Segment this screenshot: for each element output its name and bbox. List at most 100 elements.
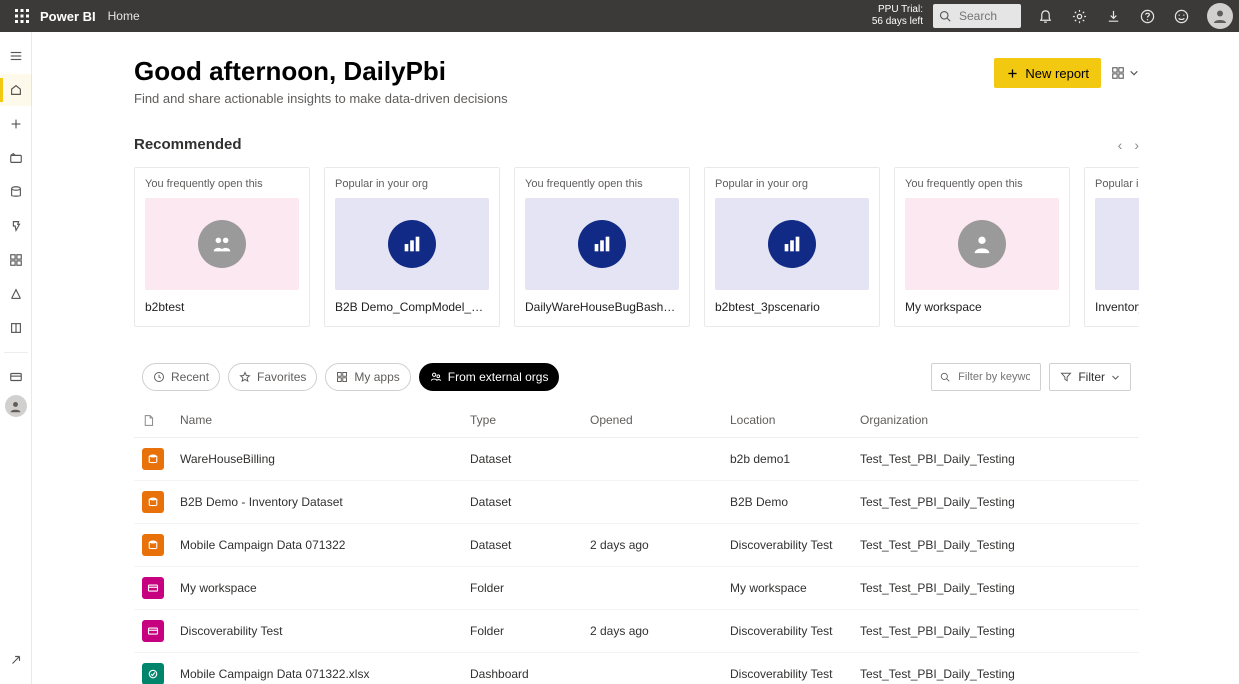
- row-location: Discoverability Test: [722, 524, 852, 567]
- content-list-section: Recent Favorites My apps From external o…: [134, 363, 1139, 684]
- row-org: Test_Test_PBI_Daily_Testing: [852, 653, 1139, 684]
- card-reason: You frequently open this: [525, 178, 679, 190]
- nav-datahub-icon[interactable]: [0, 176, 32, 208]
- row-type: Dashboard: [462, 653, 582, 684]
- trial-line2: 56 days left: [872, 16, 923, 28]
- recommended-card[interactable]: You frequently open this DailyWareHouseBu…: [514, 167, 690, 327]
- search-input[interactable]: [957, 8, 1011, 24]
- carousel-next-icon[interactable]: ›: [1134, 137, 1139, 153]
- nav-pipelines-icon[interactable]: [0, 278, 32, 310]
- carousel-prev-icon[interactable]: ‹: [1118, 137, 1123, 153]
- table-row[interactable]: Mobile Campaign Data 071322Dataset2 days…: [134, 524, 1139, 567]
- row-name: Mobile Campaign Data 071322.xlsx: [172, 653, 462, 684]
- row-org: Test_Test_PBI_Daily_Testing: [852, 524, 1139, 567]
- tab-recent[interactable]: Recent: [142, 363, 220, 391]
- nav-my-workspace-icon[interactable]: [5, 395, 27, 417]
- recommended-card[interactable]: Popular in your orgInventoryDataset (2): [1084, 167, 1139, 327]
- table-row[interactable]: Mobile Campaign Data 071322.xlsxDashboar…: [134, 653, 1139, 684]
- file-icon: [142, 414, 155, 427]
- notifications-icon[interactable]: [1031, 2, 1059, 30]
- grid-view-icon: [1111, 66, 1125, 80]
- row-type: Folder: [462, 567, 582, 610]
- nav-workspaces-icon[interactable]: [0, 361, 32, 393]
- external-org-icon: [430, 371, 442, 383]
- card-reason: You frequently open this: [145, 178, 299, 190]
- card-type-icon: [768, 220, 816, 268]
- trial-status[interactable]: PPU Trial: 56 days left: [872, 4, 923, 28]
- nav-metrics-icon[interactable]: [0, 210, 32, 242]
- nav-apps-icon[interactable]: [0, 244, 32, 276]
- card-reason: Popular in your org: [335, 178, 489, 190]
- help-icon[interactable]: [1133, 2, 1161, 30]
- nav-learn-icon[interactable]: [0, 312, 32, 344]
- row-name: Mobile Campaign Data 071322: [172, 524, 462, 567]
- global-header: Power BI Home PPU Trial: 56 days left: [0, 0, 1239, 32]
- row-name: WareHouseBilling: [172, 438, 462, 481]
- col-location[interactable]: Location: [722, 403, 852, 438]
- col-opened[interactable]: Opened: [582, 403, 722, 438]
- row-location: b2b demo1: [722, 438, 852, 481]
- recommended-card[interactable]: You frequently open thisMy workspace: [894, 167, 1070, 327]
- card-title: DailyWareHouseBugBash1Pbx: [525, 300, 679, 314]
- recommended-card[interactable]: Popular in your orgB2B Demo_CompModel_3P…: [324, 167, 500, 327]
- search-icon: [940, 371, 950, 383]
- card-title: b2btest_3pscenario: [715, 300, 869, 314]
- col-organization[interactable]: Organization: [852, 403, 1139, 438]
- card-title: b2btest: [145, 300, 299, 314]
- table-row[interactable]: Discoverability TestFolder2 days agoDisc…: [134, 610, 1139, 653]
- nav-collapse-icon[interactable]: [0, 40, 32, 72]
- card-reason: Popular in your org: [715, 178, 869, 190]
- view-switcher[interactable]: [1111, 66, 1139, 80]
- left-nav-rail: [0, 32, 32, 684]
- nav-home-icon[interactable]: [0, 74, 32, 106]
- keyword-filter[interactable]: [931, 363, 1041, 391]
- row-type-icon: [142, 577, 164, 599]
- download-icon[interactable]: [1099, 2, 1127, 30]
- recommended-card[interactable]: Popular in your org b2btest_3pscenario: [704, 167, 880, 327]
- tab-external-orgs[interactable]: From external orgs: [419, 363, 560, 391]
- tab-my-apps[interactable]: My apps: [325, 363, 410, 391]
- row-type: Folder: [462, 610, 582, 653]
- profile-avatar[interactable]: [1207, 3, 1233, 29]
- row-name: Discoverability Test: [172, 610, 462, 653]
- row-type: Dataset: [462, 438, 582, 481]
- row-opened: [582, 481, 722, 524]
- nav-home-link[interactable]: Home: [108, 9, 140, 23]
- filter-icon: [1060, 371, 1072, 383]
- table-row[interactable]: B2B Demo - Inventory DatasetDatasetB2B D…: [134, 481, 1139, 524]
- card-type-icon: [578, 220, 626, 268]
- row-type-icon: [142, 663, 164, 684]
- table-row[interactable]: WareHouseBillingDataset b2b demo1Test_Tes…: [134, 438, 1139, 481]
- tab-favorites-label: Favorites: [257, 370, 306, 384]
- recommended-header: Recommended ‹ ›: [134, 136, 1139, 153]
- filter-button[interactable]: Filter: [1049, 363, 1131, 391]
- page-title: Good afternoon, DailyPbi: [134, 56, 994, 87]
- new-report-button[interactable]: New report: [994, 58, 1101, 88]
- col-name[interactable]: Name: [172, 403, 462, 438]
- recommended-card[interactable]: You frequently open this b2btest: [134, 167, 310, 327]
- row-opened: [582, 567, 722, 610]
- keyword-filter-input[interactable]: [956, 370, 1032, 384]
- row-org: Test_Test_PBI_Daily_Testing: [852, 610, 1139, 653]
- plus-icon: [1006, 67, 1019, 80]
- row-org: Test_Test_PBI_Daily_Testing: [852, 438, 1139, 481]
- row-type-icon: [142, 491, 164, 513]
- settings-icon[interactable]: [1065, 2, 1093, 30]
- col-type[interactable]: Type: [462, 403, 582, 438]
- table-row[interactable]: My workspaceFolderMy workspaceTest_Test_…: [134, 567, 1139, 610]
- nav-browse-icon[interactable]: [0, 142, 32, 174]
- nav-pop-out-icon[interactable]: [0, 644, 32, 676]
- hero-section: Good afternoon, DailyPbi Find and share …: [134, 56, 1139, 106]
- app-launcher-icon[interactable]: [8, 2, 36, 30]
- nav-create-icon[interactable]: [0, 108, 32, 140]
- tab-favorites[interactable]: Favorites: [228, 363, 317, 391]
- row-type-icon: [142, 448, 164, 470]
- main-content: Good afternoon, DailyPbi Find and share …: [32, 32, 1239, 684]
- content-table: Name Type Opened Location Organization W…: [134, 403, 1139, 684]
- tab-external-label: From external orgs: [448, 370, 549, 384]
- card-thumbnail: [1095, 198, 1139, 290]
- global-search[interactable]: [933, 4, 1021, 28]
- feedback-icon[interactable]: [1167, 2, 1195, 30]
- row-name: B2B Demo - Inventory Dataset: [172, 481, 462, 524]
- card-reason: You frequently open this: [905, 178, 1059, 190]
